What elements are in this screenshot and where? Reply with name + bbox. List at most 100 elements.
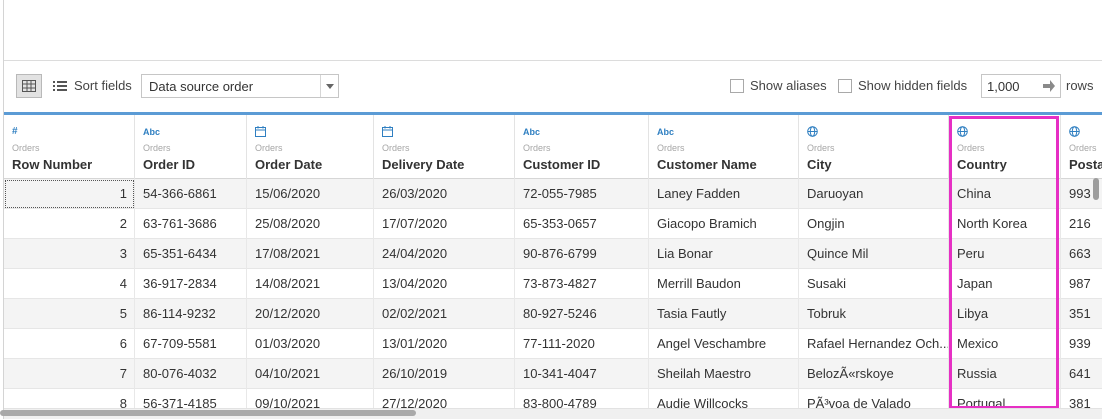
horizontal-scrollbar-thumb[interactable] [0,410,416,416]
table-cell[interactable]: 939 [1061,329,1102,359]
column-name[interactable]: Order Date [255,157,322,172]
table-cell[interactable]: Russia [949,359,1061,389]
table-cell[interactable]: 13/01/2020 [374,329,515,359]
table-cell[interactable]: Susaki [799,269,949,299]
string-type-icon[interactable]: Abc [143,127,173,139]
table-cell[interactable]: 10-341-4047 [515,359,649,389]
table-cell[interactable]: North Korea [949,209,1061,239]
table-cell[interactable]: Portugal [949,389,1061,408]
table-cell[interactable]: 80-927-5246 [515,299,649,329]
table-cell[interactable]: 20/12/2020 [247,299,374,329]
table-cell[interactable]: BelozÃ«rskoye [799,359,949,389]
table-cell[interactable]: 09/10/2021 [247,389,374,408]
table-cell[interactable]: Ongjin [799,209,949,239]
column-header[interactable]: Abc Orders Order ID [135,115,247,179]
table-cell[interactable]: 13/04/2020 [374,269,515,299]
column-name[interactable]: Customer ID [523,157,600,172]
table-cell[interactable]: 26/03/2020 [374,179,515,209]
column-header[interactable]: Orders Delivery Date [374,115,515,179]
table-cell[interactable]: 36-917-2834 [135,269,247,299]
column-name[interactable]: City [807,157,832,172]
table-cell[interactable]: 25/08/2020 [247,209,374,239]
table-cell[interactable]: Quince Mil [799,239,949,269]
string-type-icon[interactable]: Abc [523,127,553,139]
table-cell[interactable]: 5 [4,299,135,329]
column-header[interactable]: Orders Country [949,115,1061,179]
table-cell[interactable]: 2 [4,209,135,239]
table-cell[interactable]: 86-114-9232 [135,299,247,329]
table-cell[interactable]: 80-076-4032 [135,359,247,389]
column-name[interactable]: Posta [1069,157,1102,172]
table-cell[interactable]: 24/04/2020 [374,239,515,269]
table-cell[interactable]: Sheilah Maestro [649,359,799,389]
table-cell[interactable]: 01/03/2020 [247,329,374,359]
table-cell[interactable]: 26/10/2019 [374,359,515,389]
column-name[interactable]: Country [957,157,1007,172]
geo-type-icon[interactable] [957,126,969,138]
table-cell[interactable]: 54-366-6861 [135,179,247,209]
table-cell[interactable]: Libya [949,299,1061,329]
geo-type-icon[interactable] [807,126,819,138]
table-cell[interactable]: Tobruk [799,299,949,329]
table-cell[interactable]: 73-873-4827 [515,269,649,299]
column-header[interactable]: # Orders Row Number [4,115,135,179]
table-cell[interactable]: 216 [1061,209,1102,239]
table-cell[interactable]: 351 [1061,299,1102,329]
table-cell[interactable]: 72-055-7985 [515,179,649,209]
column-name[interactable]: Delivery Date [382,157,464,172]
table-cell[interactable]: Audie Willcocks [649,389,799,408]
table-cell[interactable]: 65-353-0657 [515,209,649,239]
sort-fields-dropdown[interactable]: Data source order [141,74,339,98]
table-cell[interactable]: 27/12/2020 [374,389,515,408]
table-cell[interactable]: China [949,179,1061,209]
string-type-icon[interactable]: Abc [657,127,687,139]
column-header[interactable]: Abc Orders Customer ID [515,115,649,179]
table-cell[interactable]: 7 [4,359,135,389]
column-header[interactable]: Orders Order Date [247,115,374,179]
table-cell[interactable]: Lia Bonar [649,239,799,269]
table-cell[interactable]: Mexico [949,329,1061,359]
table-cell[interactable]: PÃ³voa de Valado [799,389,949,408]
column-header[interactable]: Orders City [799,115,949,179]
table-cell[interactable]: 67-709-5581 [135,329,247,359]
table-cell[interactable]: Giacopo Bramich [649,209,799,239]
table-cell[interactable]: 04/10/2021 [247,359,374,389]
table-cell[interactable]: 83-800-4789 [515,389,649,408]
table-cell[interactable]: 63-761-3686 [135,209,247,239]
column-header[interactable]: Orders Posta [1061,115,1102,179]
table-cell[interactable]: 77-111-2020 [515,329,649,359]
table-cell[interactable]: 987 [1061,269,1102,299]
table-cell[interactable]: 8 [4,389,135,408]
vertical-scrollbar[interactable] [1093,178,1099,200]
table-cell[interactable]: 14/08/2021 [247,269,374,299]
table-cell[interactable]: 663 [1061,239,1102,269]
table-cell[interactable]: Merrill Baudon [649,269,799,299]
table-cell[interactable]: Angel Veschambre [649,329,799,359]
table-cell[interactable]: Rafael Hernandez Och... [799,329,949,359]
show-aliases-checkbox[interactable] [730,79,744,93]
table-cell[interactable]: 17/08/2021 [247,239,374,269]
table-cell[interactable]: 1 [4,179,135,209]
table-cell[interactable]: 15/06/2020 [247,179,374,209]
table-cell[interactable]: 56-371-4185 [135,389,247,408]
column-name[interactable]: Row Number [12,157,92,172]
date-type-icon[interactable] [382,126,394,138]
column-name[interactable]: Customer Name [657,157,757,172]
table-cell[interactable]: 17/07/2020 [374,209,515,239]
show-hidden-fields-checkbox[interactable] [838,79,852,93]
table-cell[interactable]: Peru [949,239,1061,269]
table-cell[interactable]: 90-876-6799 [515,239,649,269]
geo-type-icon[interactable] [1069,126,1081,138]
table-cell[interactable]: 65-351-6434 [135,239,247,269]
arrow-right-icon[interactable] [1042,78,1056,94]
table-cell[interactable]: 02/02/2021 [374,299,515,329]
table-cell[interactable]: Japan [949,269,1061,299]
column-header[interactable]: Abc Orders Customer Name [649,115,799,179]
rows-count-input[interactable]: 1,000 [981,74,1061,98]
date-type-icon[interactable] [255,126,267,138]
table-cell[interactable]: 3 [4,239,135,269]
table-cell[interactable]: Laney Fadden [649,179,799,209]
column-name[interactable]: Order ID [143,157,195,172]
number-type-icon[interactable]: # [12,126,24,138]
list-view-button[interactable] [48,74,72,98]
